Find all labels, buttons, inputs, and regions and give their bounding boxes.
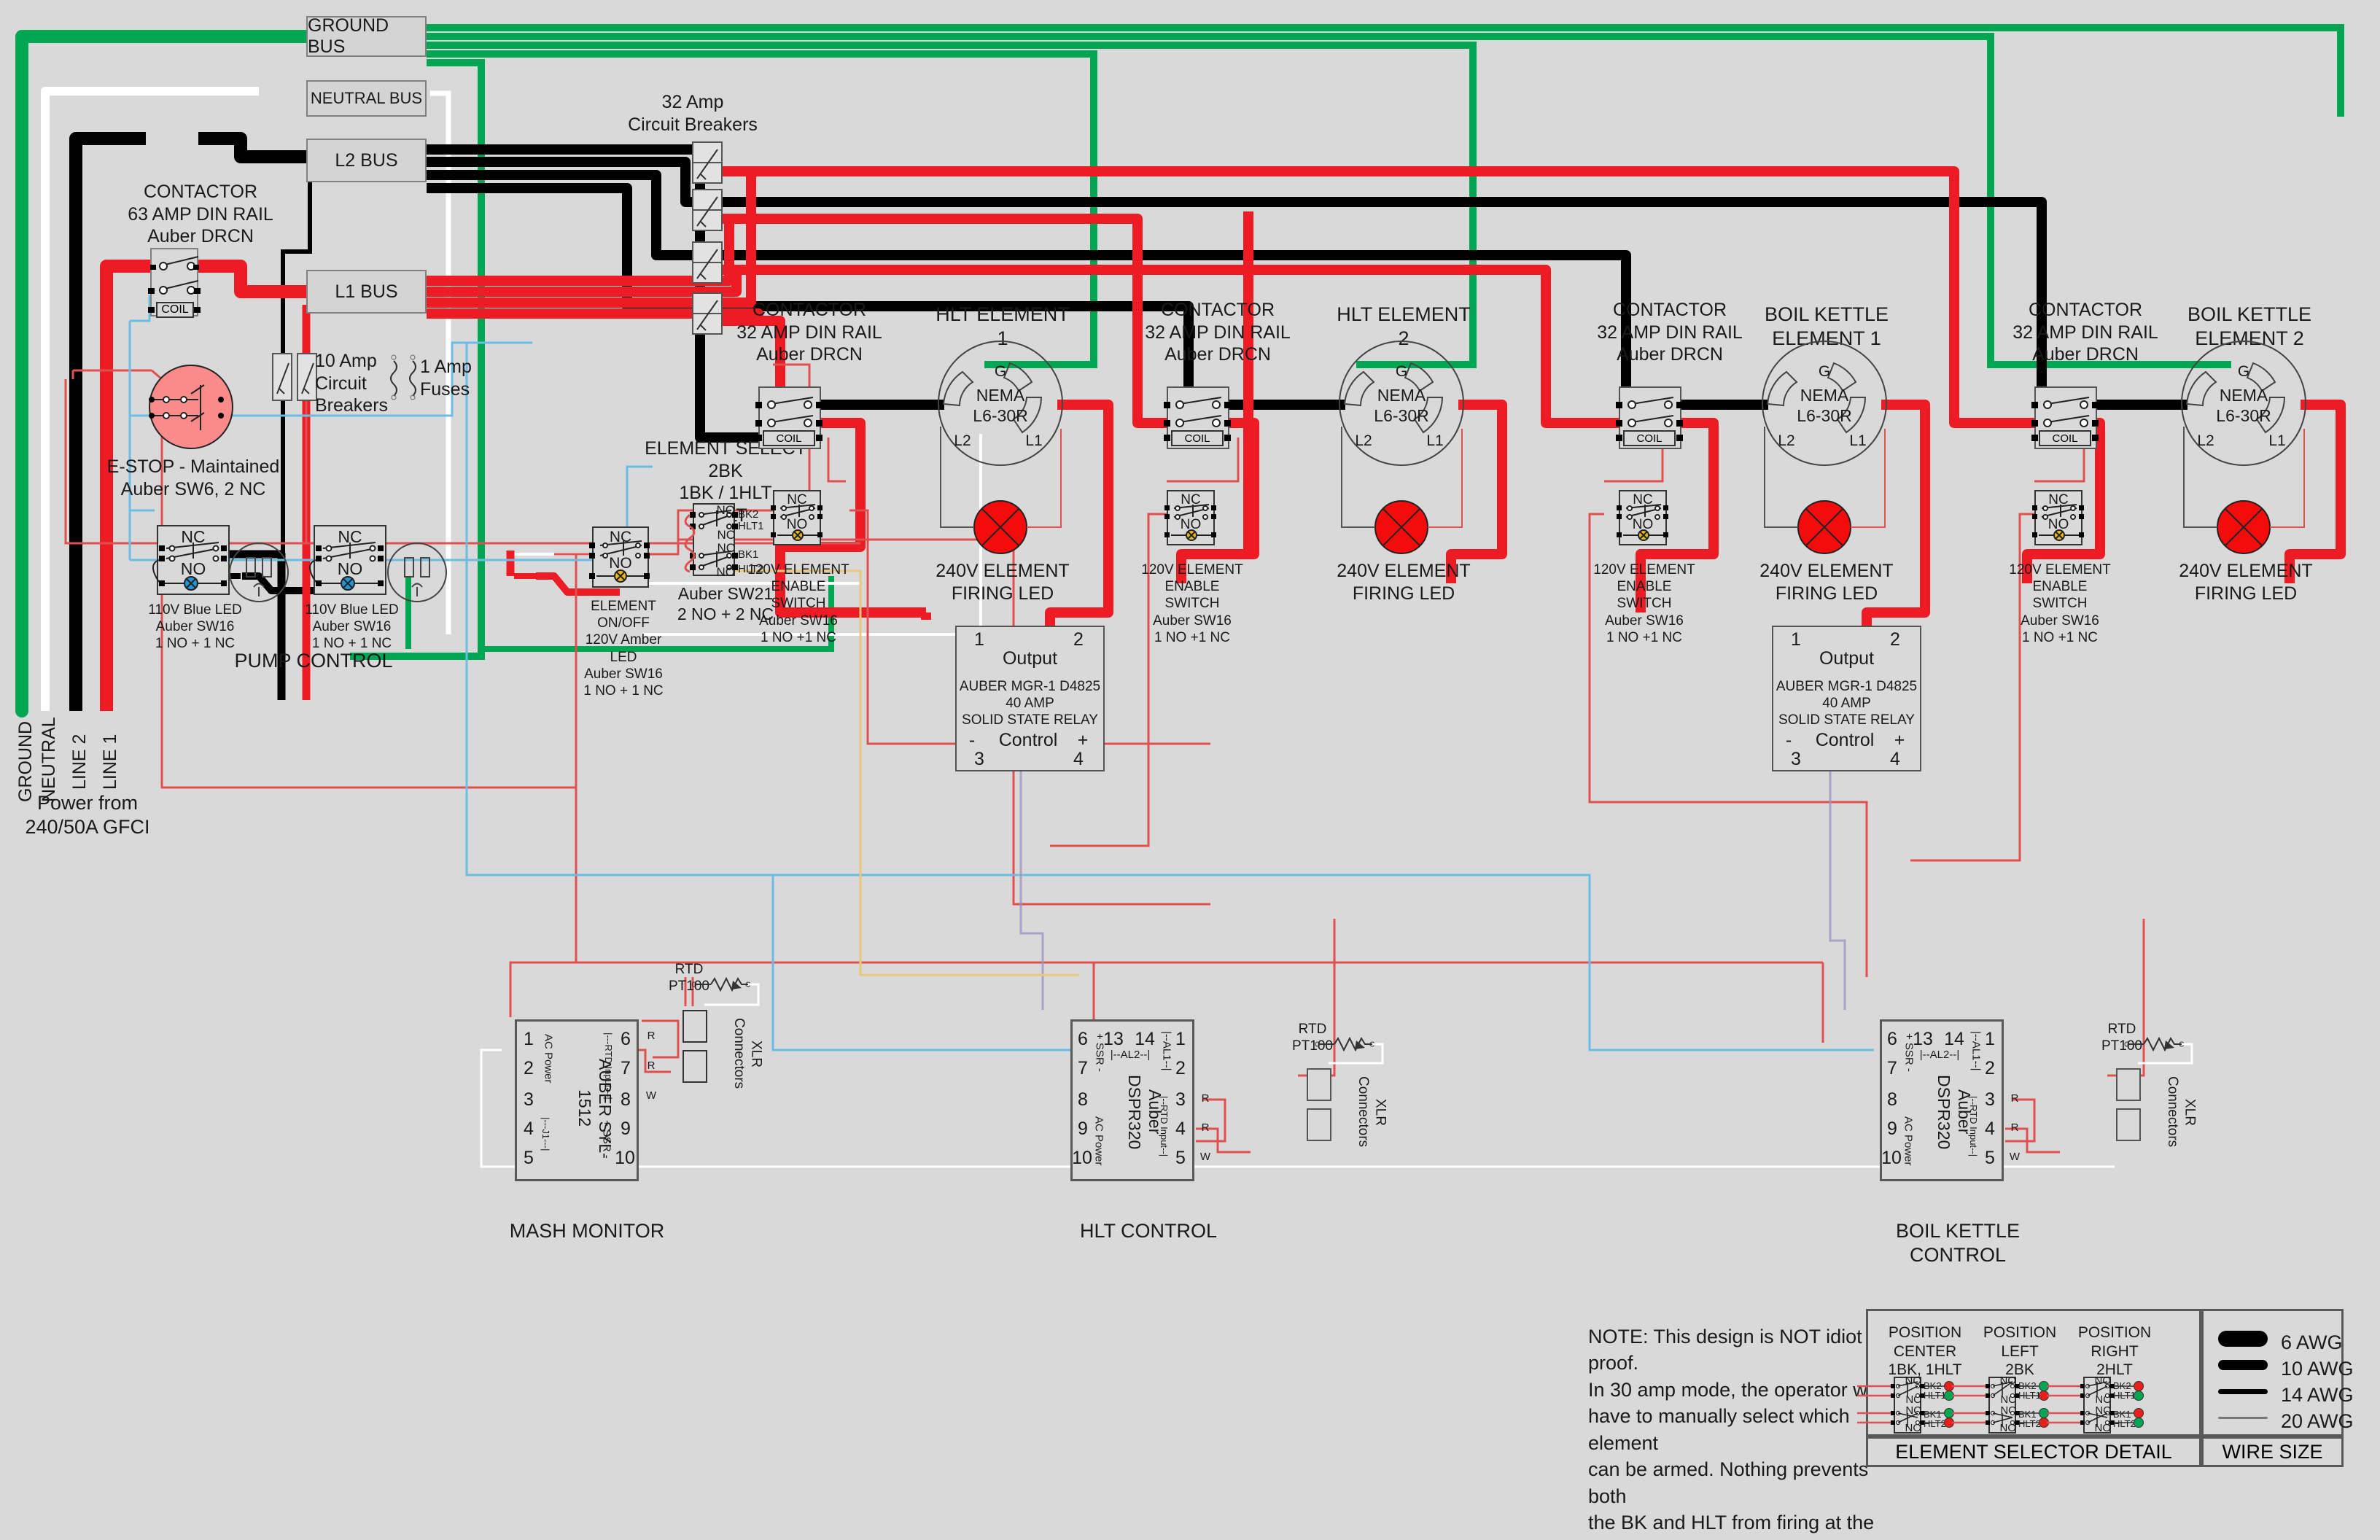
power-source-note: Power from 240/50A GFCI <box>25 792 150 838</box>
selector-detail-symbols <box>1857 1381 2144 1428</box>
feed-label-line2: LINE 2 <box>69 734 90 790</box>
feed-label-neutral: NEUTRAL <box>39 717 59 802</box>
wire-size-entry-label: 6 AWG <box>2281 1331 2343 1353</box>
wire-size-swatch <box>2218 1331 2268 1347</box>
wire-size-swatch <box>2218 1388 2268 1394</box>
wire-size-entry-label: 10 AWG <box>2281 1358 2354 1380</box>
feed-label-line1: LINE 1 <box>100 734 120 790</box>
wiring-diagram-canvas: GROUND BUS NEUTRAL BUS L2 BUS L1 BUS 32 … <box>0 0 2380 1540</box>
feed-label-ground: GROUND <box>15 720 36 802</box>
wire-size-swatch <box>2218 1416 2268 1419</box>
wire-size-entry-label: 14 AWG <box>2281 1384 2354 1406</box>
wire-size-entry-label: 20 AWG <box>2281 1410 2354 1432</box>
wire-size-swatch <box>2218 1360 2268 1370</box>
